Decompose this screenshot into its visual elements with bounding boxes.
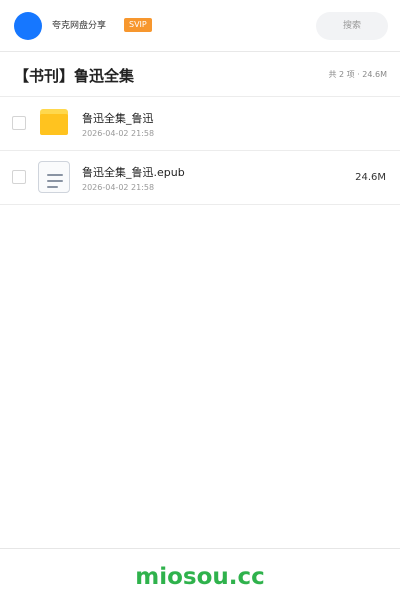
page-title: 【书刊】鲁迅全集 bbox=[14, 67, 135, 85]
list-item[interactable]: 鲁迅全集_鲁迅 2026-04-02 21:58 bbox=[0, 97, 400, 151]
footer: miosou.cc bbox=[0, 548, 400, 600]
folder-summary: 共 2 项 · 24.6M bbox=[328, 70, 387, 79]
top-header: 夸克网盘分享 SVIP 搜索 bbox=[0, 0, 400, 52]
username: 夸克网盘分享 bbox=[52, 21, 107, 31]
select-checkbox[interactable] bbox=[12, 116, 26, 130]
file-size: 24.6M bbox=[355, 172, 386, 183]
search-input[interactable]: 搜索 bbox=[316, 12, 388, 40]
document-icon bbox=[38, 161, 70, 193]
file-name[interactable]: 鲁迅全集_鲁迅 bbox=[82, 111, 154, 126]
select-checkbox[interactable] bbox=[12, 170, 26, 184]
file-name[interactable]: 鲁迅全集_鲁迅.epub bbox=[82, 165, 185, 180]
watermark-text: miosou.cc bbox=[135, 564, 265, 590]
vip-badge: SVIP bbox=[124, 18, 152, 32]
folder-icon bbox=[40, 109, 68, 135]
file-date: 2026-04-02 21:58 bbox=[82, 183, 155, 192]
avatar[interactable] bbox=[14, 12, 42, 40]
list-item[interactable]: 鲁迅全集_鲁迅.epub 2026-04-02 21:58 24.6M bbox=[0, 151, 400, 205]
folder-title-bar: 【书刊】鲁迅全集 共 2 项 · 24.6M bbox=[0, 53, 400, 97]
file-date: 2026-04-02 21:58 bbox=[82, 129, 155, 138]
